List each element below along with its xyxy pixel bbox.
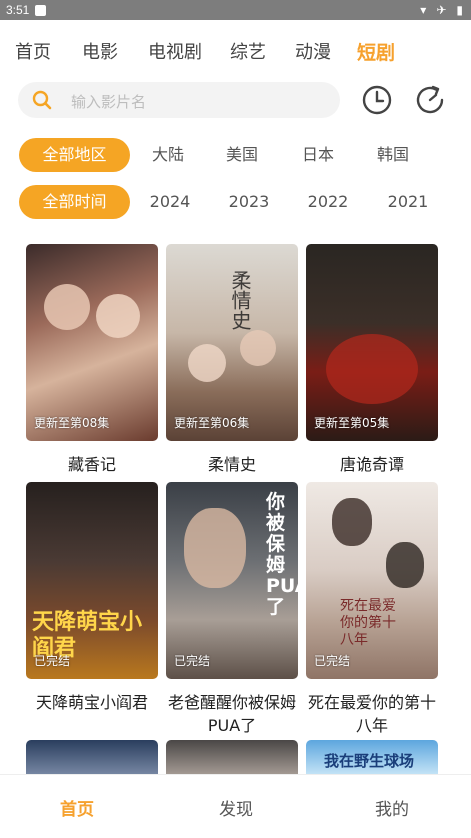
poster-image[interactable]: 更新至第05集: [306, 244, 438, 441]
video-card[interactable]: 更新至第08集 藏香记: [26, 244, 158, 476]
episode-status: 已完结: [314, 654, 351, 668]
year-filter: 全部时间 2024 2023 2022 2021: [0, 185, 471, 219]
status-time: 3:51: [6, 3, 30, 17]
episode-status: 更新至第05集: [314, 416, 390, 430]
region-japan[interactable]: 日本: [290, 138, 346, 172]
video-card[interactable]: 柔情史 更新至第06集 柔情史: [166, 244, 298, 476]
tab-anime[interactable]: 动漫: [295, 38, 331, 64]
wifi-icon: ▾: [420, 3, 427, 17]
region-usa[interactable]: 美国: [214, 138, 270, 172]
video-title: 柔情史: [207, 455, 256, 474]
tab-short-drama[interactable]: 短剧: [357, 38, 395, 65]
episode-status: 已完结: [174, 654, 211, 668]
status-bar: 3:51 ▾ ✈ ▮: [0, 0, 471, 20]
video-title: 唐诡奇谭: [339, 455, 404, 474]
video-title: 死在最爱你的第十八年: [307, 693, 436, 735]
tab-variety[interactable]: 综艺: [230, 38, 266, 64]
poster-image[interactable]: 死在最爱你的第十八年 已完结: [306, 482, 438, 679]
year-2024[interactable]: 2024: [142, 185, 198, 219]
search-placeholder: 输入影片名: [71, 93, 147, 111]
episode-status: 已完结: [34, 654, 71, 668]
bottom-nav-discover[interactable]: 发现: [219, 795, 253, 820]
poster-image[interactable]: 天降萌宝小阎君 已完结: [26, 482, 158, 679]
year-2021[interactable]: 2021: [380, 185, 436, 219]
poster-art-title: 我在野生球场: [324, 752, 415, 770]
video-card[interactable]: 天降萌宝小阎君 已完结 天降萌宝小阎君: [26, 482, 158, 714]
poster-art-title: 你被保姆PUA了: [266, 491, 298, 618]
video-card-partial[interactable]: [26, 740, 158, 776]
bottom-nav-home[interactable]: 首页: [60, 795, 94, 820]
video-title: 藏香记: [67, 455, 116, 474]
video-card[interactable]: 更新至第05集 唐诡奇谭: [306, 244, 438, 476]
region-filter: 全部地区 大陆 美国 日本 韩国: [0, 138, 471, 172]
tab-home[interactable]: 首页: [15, 38, 51, 64]
region-all[interactable]: 全部地区: [19, 138, 130, 172]
category-tabs: 首页 电影 电视剧 综艺 动漫 短剧: [0, 38, 471, 64]
year-2023[interactable]: 2023: [221, 185, 277, 219]
video-title: 天降萌宝小阎君: [35, 693, 148, 712]
episode-status: 更新至第08集: [34, 416, 110, 430]
video-card-partial[interactable]: 我在野生球场: [306, 740, 438, 776]
episode-status: 更新至第06集: [174, 416, 250, 430]
video-card-partial[interactable]: [166, 740, 298, 776]
poster-art-title: 柔情史: [228, 270, 252, 330]
notification-icon: [35, 4, 47, 16]
battery-icon: ▮: [456, 3, 463, 17]
bottom-nav: 首页 发现 我的: [0, 774, 471, 838]
history-icon[interactable]: [361, 84, 393, 116]
year-2022[interactable]: 2022: [300, 185, 356, 219]
poster-art-title: 死在最爱你的第十八年: [340, 598, 396, 648]
search-input[interactable]: 输入影片名: [18, 82, 340, 118]
poster-image[interactable]: 更新至第08集: [26, 244, 158, 441]
tab-tv[interactable]: 电视剧: [148, 38, 202, 64]
search-icon: [32, 90, 52, 110]
tab-movie[interactable]: 电影: [82, 38, 118, 64]
poster-image[interactable]: 柔情史 更新至第06集: [166, 244, 298, 441]
video-card[interactable]: 你被保姆PUA了 已完结 老爸醒醒你被保姆PUA了: [166, 482, 298, 737]
year-all[interactable]: 全部时间: [19, 185, 130, 219]
airplane-icon: ✈: [436, 3, 447, 17]
video-card[interactable]: 死在最爱你的第十八年 已完结 死在最爱你的第十八年: [306, 482, 438, 737]
region-korea[interactable]: 韩国: [365, 138, 421, 172]
video-title: 老爸醒醒你被保姆PUA了: [167, 693, 296, 735]
recommend-icon[interactable]: [414, 84, 446, 116]
region-mainland[interactable]: 大陆: [140, 138, 196, 172]
poster-image[interactable]: 你被保姆PUA了 已完结: [166, 482, 298, 679]
bottom-nav-me[interactable]: 我的: [375, 795, 409, 820]
